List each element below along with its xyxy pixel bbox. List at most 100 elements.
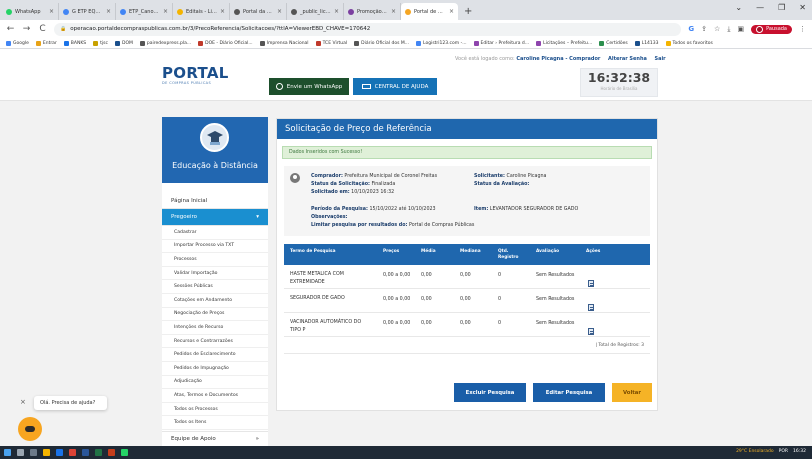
close-tab-icon[interactable]: ×: [449, 8, 454, 15]
weather-text[interactable]: 29°C Ensolarado: [736, 449, 774, 454]
edit-search-button[interactable]: Editar Pesquisa: [533, 383, 605, 402]
sidebar-subitem[interactable]: Validar Importação: [162, 267, 268, 281]
tab-search-icon[interactable]: ⌄: [735, 3, 742, 12]
close-tab-icon[interactable]: ×: [49, 8, 54, 15]
clock-time: 16:32:38: [587, 70, 651, 85]
browser-tab[interactable]: Promoção acabad em Inr×: [344, 3, 401, 20]
browser-tab[interactable]: _public_licitacao_edital_C×: [287, 3, 344, 20]
sidebar-subitem[interactable]: Cadastrar: [162, 226, 268, 240]
bookmark-item[interactable]: Editar › Prefeitura d...: [473, 40, 529, 46]
forward-arrow-icon[interactable]: →: [22, 24, 31, 34]
observacoes-label: Observações:: [311, 215, 348, 220]
sidebar-subitem[interactable]: Todos os Processos: [162, 403, 268, 417]
pdf-icon[interactable]: [108, 449, 115, 456]
chat-launcher-button[interactable]: [18, 417, 42, 441]
bookmark-item[interactable]: TCE Virtual: [315, 40, 347, 46]
download-icon[interactable]: ⤓: [727, 25, 730, 34]
sidebar-subitem[interactable]: Todos os Itens: [162, 416, 268, 430]
favicon-icon: [63, 8, 69, 15]
bookmark-item[interactable]: tjsc: [93, 40, 108, 46]
chat-close-icon[interactable]: ×: [20, 398, 26, 406]
sidebar-subitem[interactable]: Sessões Públicas: [162, 280, 268, 294]
browser-tab[interactable]: Portal da Transparência×: [230, 3, 287, 20]
excel-icon[interactable]: [95, 449, 102, 456]
reload-icon[interactable]: C: [38, 24, 47, 34]
edge-icon[interactable]: [56, 449, 63, 456]
tray-clock[interactable]: 16:32: [793, 449, 806, 454]
close-window-icon[interactable]: ✕: [799, 3, 806, 12]
sidebar-item-team[interactable]: Equipe de Apoio »: [162, 431, 268, 446]
help-center-button[interactable]: CENTRAL DE AJUDA: [353, 78, 437, 95]
sidebar-subitem[interactable]: Negociação de Preços: [162, 308, 268, 322]
browser-tab[interactable]: ETP_Canoa_Avaliador_C×: [116, 3, 173, 20]
bookmark-item[interactable]: Diário Oficial dos M...: [354, 40, 410, 46]
task-view-icon[interactable]: [30, 449, 37, 456]
bookmark-item[interactable]: Licitações – Prefeitu...: [536, 40, 592, 46]
browser-tab[interactable]: Editais - Licitações, Cont×: [173, 3, 230, 20]
bookmark-item[interactable]: DOE - Diário Oficial...: [198, 40, 253, 46]
word-icon[interactable]: [82, 449, 89, 456]
column-header: Qtd. Registro: [498, 249, 519, 260]
bookmark-item[interactable]: Imprensa Nacional: [259, 40, 309, 46]
sidebar-section-pregoeiro[interactable]: Pregoeiro ▾: [162, 209, 268, 226]
new-tab-button[interactable]: +: [458, 3, 478, 20]
bookmark-item[interactable]: Entrar: [35, 40, 57, 46]
bookmark-item[interactable]: BANKS: [63, 40, 86, 46]
close-tab-icon[interactable]: ×: [277, 8, 282, 15]
bookmark-item[interactable]: Logistri123.com -...: [416, 40, 467, 46]
close-tab-icon[interactable]: ×: [106, 8, 111, 15]
sidepanel-icon[interactable]: ▣: [737, 25, 744, 33]
language-indicator[interactable]: POR: [779, 449, 788, 454]
logout-link[interactable]: Sair: [654, 56, 665, 62]
back-arrow-icon[interactable]: ←: [6, 24, 15, 34]
profile-button[interactable]: Pausada: [751, 24, 792, 34]
bookmark-item[interactable]: Google: [6, 40, 29, 46]
sidebar-subitem[interactable]: Recursos e Contrarrazões: [162, 335, 268, 349]
sidebar-subitem[interactable]: Atas, Termos e Documentos: [162, 389, 268, 403]
table-cell: 0,00: [421, 273, 432, 278]
bookmark-item[interactable]: Todos os favoritos: [665, 40, 713, 46]
bookmark-item[interactable]: L14133: [634, 40, 659, 46]
search-icon[interactable]: [17, 449, 24, 456]
back-button[interactable]: Voltar: [612, 383, 652, 402]
sidebar-subitem[interactable]: Processos: [162, 253, 268, 267]
browser-tab[interactable]: WhatsApp ×: [2, 3, 59, 20]
alter-password-link[interactable]: Alterar Senha: [608, 56, 647, 62]
bookmark-label: Diário Oficial dos M...: [361, 40, 410, 46]
minimize-icon[interactable]: —: [756, 3, 764, 12]
chat-bubble[interactable]: Olá. Precisa de ajuda?: [34, 396, 107, 410]
bookmark-item[interactable]: DOM: [114, 40, 133, 46]
close-tab-icon[interactable]: ×: [334, 8, 339, 15]
item-value: LEVANTADOR SEGURADOR DE GADO: [489, 207, 579, 212]
share-icon[interactable]: ⇪: [701, 25, 707, 33]
sidebar-subitem[interactable]: Intenções de Recurso: [162, 321, 268, 335]
file-explorer-icon[interactable]: [43, 449, 50, 456]
sidebar-subitem[interactable]: Pedidos de Esclarecimento: [162, 348, 268, 362]
portal-logo[interactable]: PORTAL DE COMPRAS PÚBLICAS: [162, 64, 229, 85]
windows-start-icon[interactable]: [4, 449, 11, 456]
sidebar-subitem[interactable]: Importar Processo via TXT: [162, 240, 268, 254]
close-tab-icon[interactable]: ×: [220, 8, 225, 15]
star-icon[interactable]: ☆: [714, 25, 720, 33]
page-title: Solicitação de Preço de Referência: [277, 119, 657, 139]
menu-icon[interactable]: ⋮: [799, 25, 806, 33]
whatsapp-button[interactable]: Envie um WhatsApp: [269, 78, 349, 95]
close-tab-icon[interactable]: ×: [391, 8, 396, 15]
google-icon[interactable]: G: [688, 25, 694, 33]
maximize-icon[interactable]: ❐: [778, 3, 785, 12]
browser-tab[interactable]: Portal de Compras Públic×: [401, 3, 458, 20]
bookmark-item[interactable]: pairedexpress.pla...: [139, 40, 191, 46]
address-bar[interactable]: 🔒 operacao.portaldecompraspublicas.com.b…: [54, 22, 682, 36]
close-tab-icon[interactable]: ×: [163, 8, 168, 15]
browser-tab[interactable]: G ETP EQUIPAMENTOS VET×: [59, 3, 116, 20]
double-chevron-icon: »: [255, 436, 259, 442]
sidebar-subitem[interactable]: Adjudicação: [162, 376, 268, 390]
ead-banner[interactable]: Educação à Distância: [162, 117, 268, 183]
sidebar-item-home[interactable]: Página Inicial: [162, 194, 268, 209]
sidebar-subitem[interactable]: Pedidos de Impugnação: [162, 362, 268, 376]
sidebar-subitem[interactable]: Cotações em Andamento: [162, 294, 268, 308]
delete-search-button[interactable]: Excluir Pesquisa: [454, 383, 526, 402]
whatsapp-taskbar-icon[interactable]: [121, 449, 128, 456]
bookmark-item[interactable]: Certidões: [599, 40, 628, 46]
chrome-icon[interactable]: [69, 449, 76, 456]
